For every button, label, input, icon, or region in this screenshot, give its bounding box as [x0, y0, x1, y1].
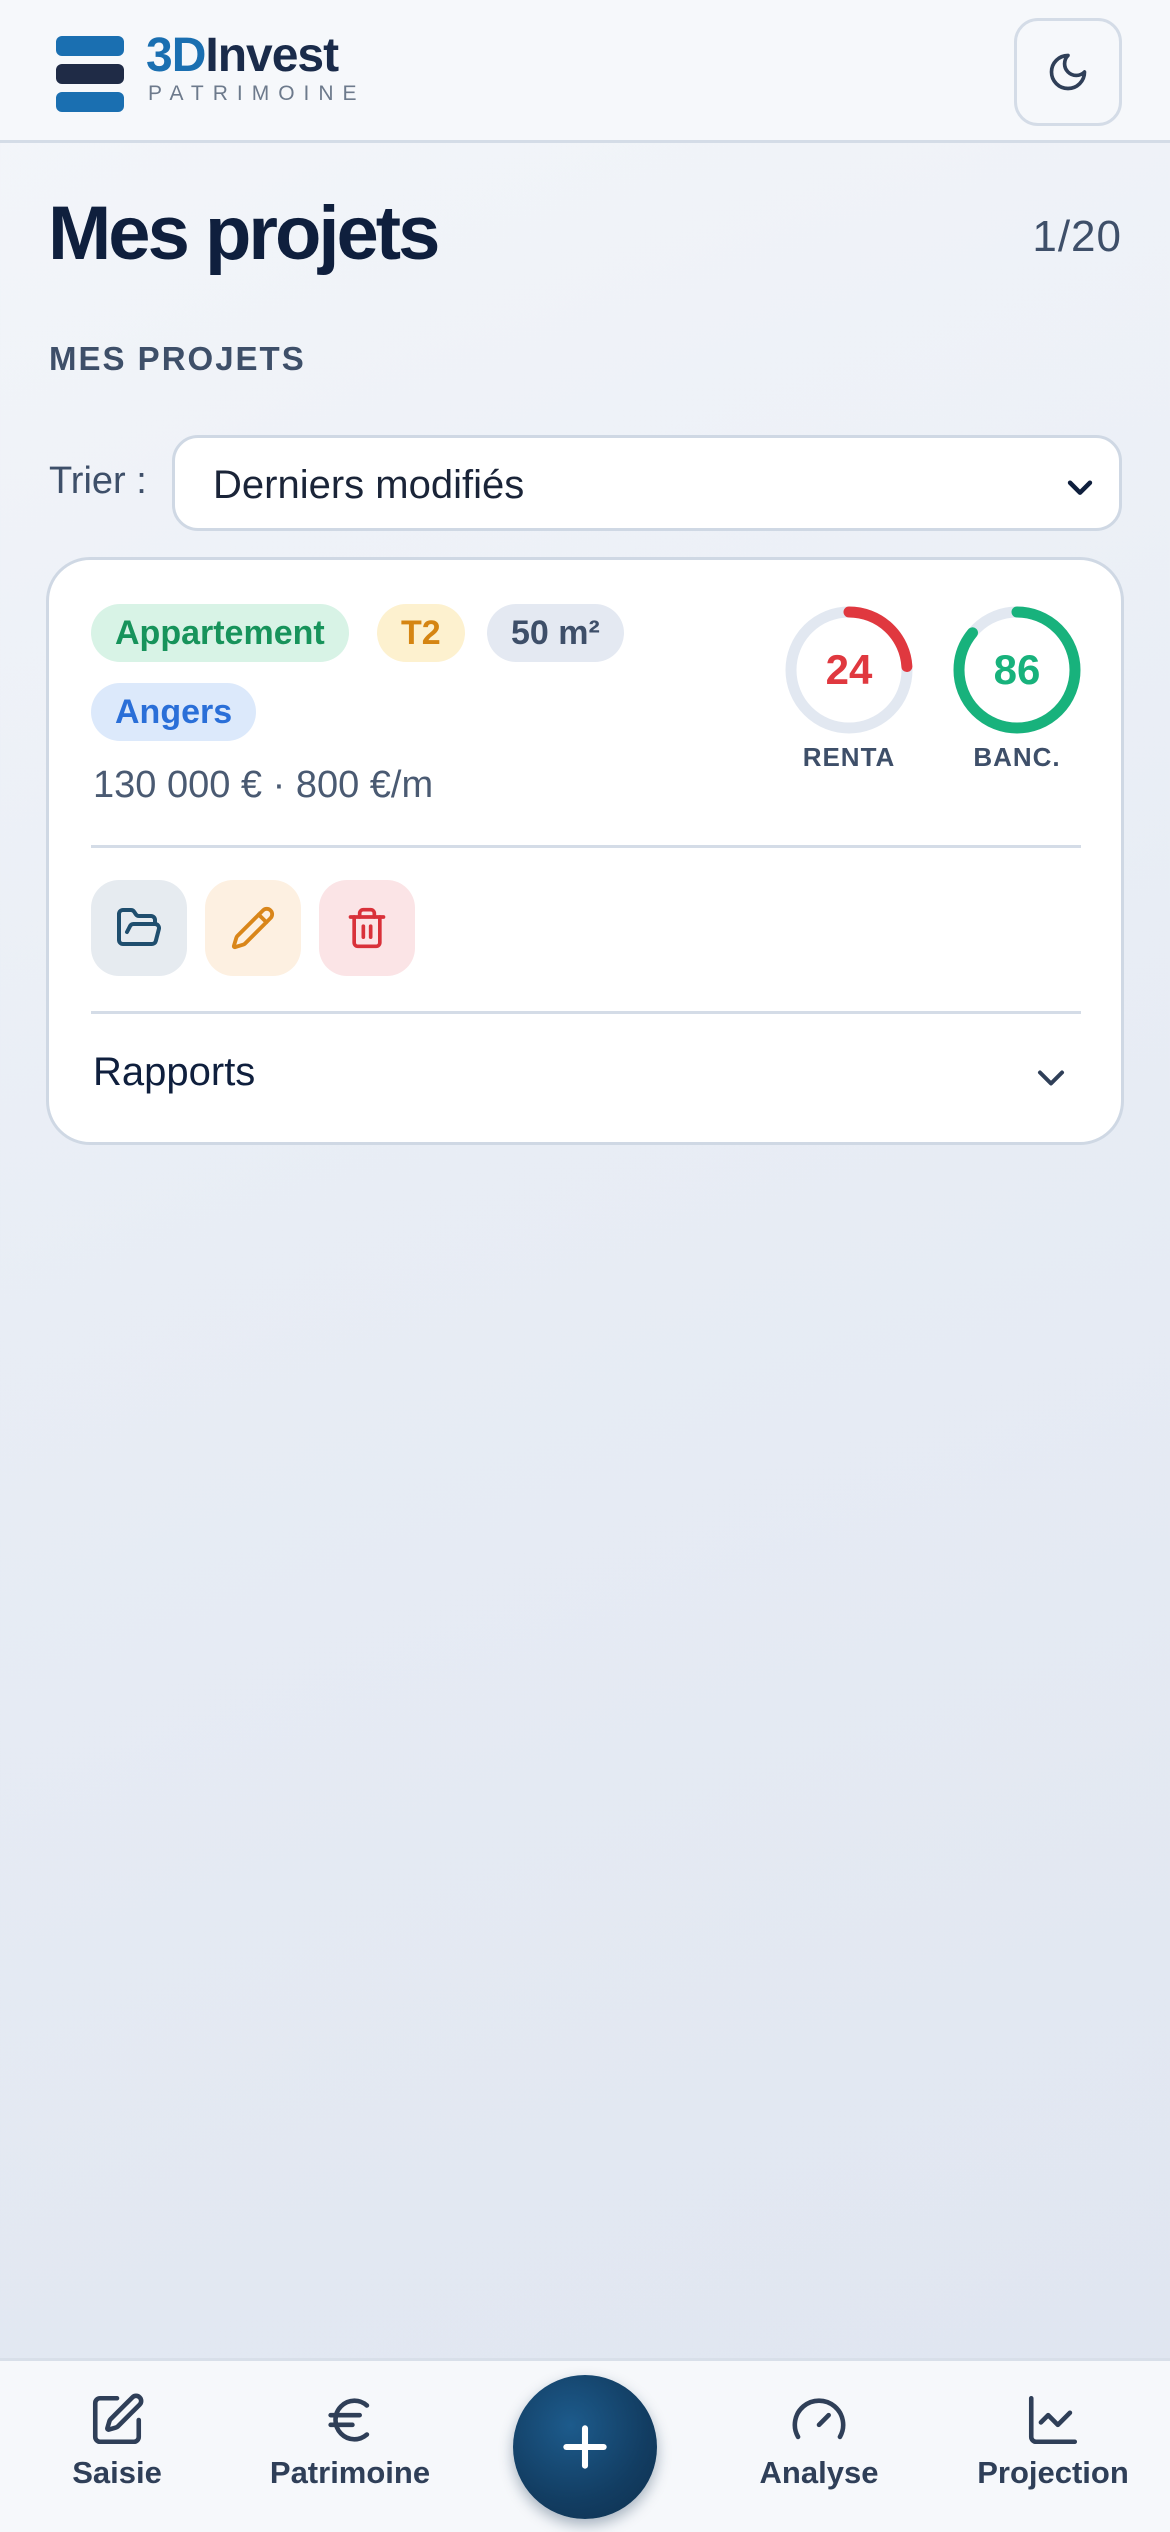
pencil-icon — [231, 906, 275, 950]
nav-label-projection: Projection — [977, 2455, 1129, 2490]
nav-label-patrimoine: Patrimoine — [269, 2455, 431, 2490]
delete-project-button[interactable] — [319, 880, 415, 976]
card-divider — [91, 845, 1081, 848]
renta-label: RENTA — [802, 742, 896, 772]
brand-subtitle: PATRIMOINE — [148, 82, 366, 105]
add-project-button[interactable] — [513, 2375, 657, 2519]
euro-icon — [328, 2398, 370, 2442]
sort-label: Trier : — [49, 460, 147, 502]
logo-mark-icon — [52, 32, 124, 112]
banc-score: 86 — [994, 646, 1041, 693]
tag-rooms: T2 — [377, 604, 465, 662]
plus-icon — [563, 2425, 607, 2469]
price-line: 130 000 € · 800 €/m — [93, 764, 434, 806]
edit-icon — [92, 2393, 144, 2445]
theme-toggle-button[interactable] — [1014, 18, 1122, 126]
nav-item-analyse[interactable]: Analyse — [719, 2361, 919, 2532]
card-divider — [91, 1011, 1081, 1014]
brand-name: 3DInvest — [146, 29, 339, 82]
nav-label-saisie: Saisie — [72, 2455, 162, 2490]
page-title: Mes projets — [48, 191, 440, 276]
nav-item-projection[interactable]: Projection — [953, 2361, 1153, 2532]
open-project-button[interactable] — [91, 880, 187, 976]
chevron-down-icon[interactable] — [1029, 1056, 1073, 1100]
brand-logo[interactable]: 3DInvest PATRIMOINE — [52, 28, 372, 118]
banc-label: BANC. — [973, 742, 1061, 772]
sort-selected-value: Derniers modifiés — [213, 463, 525, 507]
tag-city: Angers — [91, 683, 257, 741]
nav-item-patrimoine[interactable]: Patrimoine — [250, 2361, 450, 2532]
banc-gauge: 86 BANC. — [947, 602, 1087, 773]
nav-label-analyse: Analyse — [759, 2455, 879, 2490]
renta-score: 24 — [826, 646, 873, 693]
app-header: 3DInvest PATRIMOINE — [0, 0, 1170, 143]
line-chart-icon — [1028, 2395, 1078, 2445]
edit-project-button[interactable] — [205, 880, 301, 976]
tag-property-type: Appartement — [91, 604, 349, 662]
tag-area: 50 m² — [487, 604, 624, 662]
trash-icon — [348, 907, 386, 949]
chevron-down-icon — [1067, 480, 1093, 495]
reports-toggle-label[interactable]: Rapports — [93, 1050, 255, 1095]
renta-gauge: 24 RENTA — [779, 602, 919, 773]
nav-item-saisie[interactable]: Saisie — [17, 2361, 217, 2532]
project-card[interactable]: Appartement T2 50 m² Angers 130 000 € · … — [46, 557, 1124, 1145]
folder-open-icon — [117, 908, 161, 946]
gauge-icon — [792, 2398, 846, 2440]
sort-select[interactable]: Derniers modifiés — [172, 435, 1122, 531]
project-counter: 1/20 — [1032, 212, 1122, 261]
section-label: MES PROJETS — [49, 340, 306, 377]
moon-icon — [1049, 53, 1087, 91]
